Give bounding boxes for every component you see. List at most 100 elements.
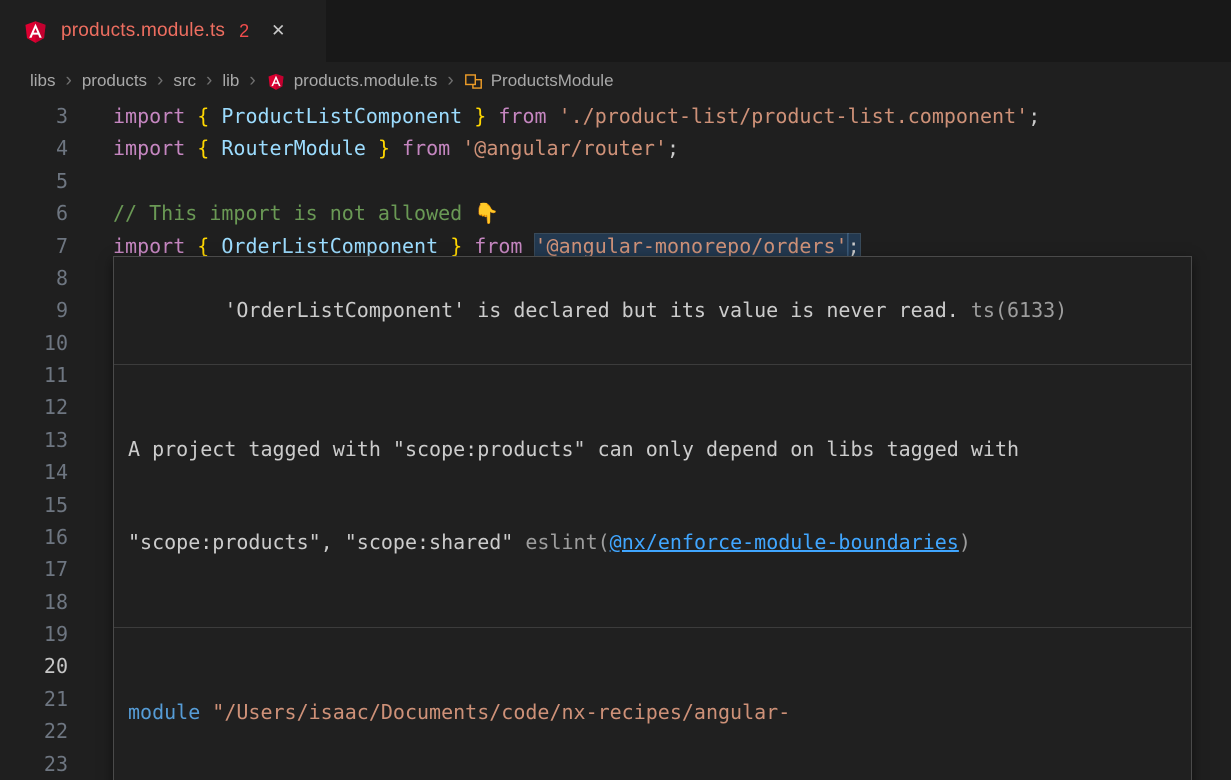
- line-number[interactable]: 10: [0, 327, 68, 359]
- code-token: 👇: [474, 201, 499, 225]
- code-token: [462, 104, 474, 128]
- code-token: OrderListComponent: [221, 234, 438, 258]
- code-line-3[interactable]: 3 import { ProductListComponent } from '.…: [0, 100, 1231, 132]
- code-token: {: [197, 234, 209, 258]
- breadcrumb: libs › products › src › lib › products.m…: [0, 62, 1231, 100]
- module-keyword: module: [128, 700, 200, 724]
- code-token: [390, 136, 402, 160]
- breadcrumb-lib[interactable]: lib: [222, 71, 239, 91]
- code-token: ;: [1028, 104, 1040, 128]
- tab-products-module[interactable]: products.module.ts 2 ✕: [0, 0, 326, 62]
- breadcrumb-symbol[interactable]: ProductsModule: [491, 71, 614, 91]
- line-number[interactable]: 3: [0, 100, 68, 132]
- tab-bar: products.module.ts 2 ✕: [0, 0, 1231, 62]
- line-number[interactable]: 18: [0, 586, 68, 618]
- line-number[interactable]: 8: [0, 262, 68, 294]
- angular-file-icon: [266, 71, 286, 92]
- line-number[interactable]: 6: [0, 197, 68, 229]
- code-token: [209, 136, 221, 160]
- chevron-right-icon: ›: [66, 70, 72, 92]
- diagnostic-ts: 'OrderListComponent' is declared but its…: [114, 257, 1191, 365]
- diagnostic-ts-message: 'OrderListComponent' is declared but its…: [224, 298, 971, 322]
- line-number[interactable]: 21: [0, 683, 68, 715]
- diagnostic-eslint-source: eslint(: [525, 530, 609, 554]
- code-token: [486, 104, 498, 128]
- breadcrumb-libs[interactable]: libs: [30, 71, 56, 91]
- line-content: // This import is not allowed 👇: [113, 197, 499, 229]
- line-content: import { ProductListComponent } from './…: [113, 100, 1040, 132]
- diagnostic-ts-code: ts(6133): [971, 298, 1067, 322]
- code-editor[interactable]: 3 import { ProductListComponent } from '.…: [0, 100, 1231, 780]
- code-token: {: [197, 104, 209, 128]
- line-number[interactable]: 15: [0, 489, 68, 521]
- line-number[interactable]: 5: [0, 165, 68, 197]
- line-number[interactable]: 12: [0, 391, 68, 423]
- chevron-right-icon: ›: [447, 70, 453, 92]
- code-token: [185, 234, 197, 258]
- angular-icon: [22, 17, 49, 46]
- code-token: import: [113, 136, 185, 160]
- module-path-line1: "/Users/isaac/Documents/code/nx-recipes/…: [200, 700, 790, 724]
- code-token: [209, 104, 221, 128]
- code-token: from: [402, 136, 450, 160]
- code-token: '@angular-monorepo/orders': [535, 234, 848, 258]
- class-symbol-icon: [464, 72, 483, 91]
- line-number[interactable]: 13: [0, 424, 68, 456]
- tab-error-badge: 2: [239, 21, 249, 42]
- code-token: ;: [848, 234, 860, 258]
- line-number[interactable]: 4: [0, 132, 68, 164]
- line-content: import { RouterModule } from '@angular/r…: [113, 132, 679, 164]
- line-number[interactable]: 23: [0, 748, 68, 780]
- code-token: // This import is not allowed: [113, 201, 474, 225]
- eslint-rule-link[interactable]: @nx/enforce-module-boundaries: [610, 530, 959, 554]
- code-token: [462, 234, 474, 258]
- diagnostic-eslint-line2: "scope:products", "scope:shared": [128, 530, 525, 554]
- line-number[interactable]: 14: [0, 456, 68, 488]
- code-token: [438, 234, 450, 258]
- code-token: [209, 234, 221, 258]
- code-token: [366, 136, 378, 160]
- code-token: {: [197, 136, 209, 160]
- breadcrumb-products[interactable]: products: [82, 71, 147, 91]
- hover-popup: 'OrderListComponent' is declared but its…: [113, 256, 1192, 780]
- code-token: }: [450, 234, 462, 258]
- code-token: [547, 104, 559, 128]
- code-token: '@angular/router': [462, 136, 667, 160]
- code-token: }: [378, 136, 390, 160]
- code-token: }: [474, 104, 486, 128]
- line-number[interactable]: 7: [0, 230, 68, 262]
- code-token: [185, 136, 197, 160]
- close-icon[interactable]: ✕: [271, 21, 285, 41]
- breadcrumb-src[interactable]: src: [173, 71, 196, 91]
- line-number[interactable]: 11: [0, 359, 68, 391]
- code-token: ProductListComponent: [221, 104, 462, 128]
- vscode-window: products.module.ts 2 ✕ libs › products ›…: [0, 0, 1231, 780]
- chevron-right-icon: ›: [249, 70, 255, 92]
- code-token: from: [474, 234, 522, 258]
- code-line-5[interactable]: 5: [0, 165, 1231, 197]
- breadcrumb-file[interactable]: products.module.ts: [294, 71, 438, 91]
- code-token: import: [113, 234, 185, 258]
- diagnostic-eslint: A project tagged with "scope:products" c…: [114, 365, 1191, 628]
- code-token: [522, 234, 534, 258]
- line-number[interactable]: 22: [0, 715, 68, 747]
- line-number[interactable]: 16: [0, 521, 68, 553]
- code-line-4[interactable]: 4 import { RouterModule } from '@angular/…: [0, 132, 1231, 164]
- tab-title: products.module.ts: [61, 20, 225, 42]
- line-number[interactable]: 19: [0, 618, 68, 650]
- line-number[interactable]: 20: [0, 650, 68, 682]
- code-token: [185, 104, 197, 128]
- chevron-right-icon: ›: [157, 70, 163, 92]
- module-info: module "/Users/isaac/Documents/code/nx-r…: [114, 628, 1191, 780]
- chevron-right-icon: ›: [206, 70, 212, 92]
- code-token: [450, 136, 462, 160]
- code-token: import: [113, 104, 185, 128]
- code-token: RouterModule: [221, 136, 366, 160]
- code-token: './product-list/product-list.component': [559, 104, 1029, 128]
- code-token: ;: [667, 136, 679, 160]
- diagnostic-eslint-close-paren: ): [959, 530, 971, 554]
- code-token: from: [498, 104, 546, 128]
- line-number[interactable]: 9: [0, 294, 68, 326]
- line-number[interactable]: 17: [0, 553, 68, 585]
- code-line-6[interactable]: 6 // This import is not allowed 👇: [0, 197, 1231, 229]
